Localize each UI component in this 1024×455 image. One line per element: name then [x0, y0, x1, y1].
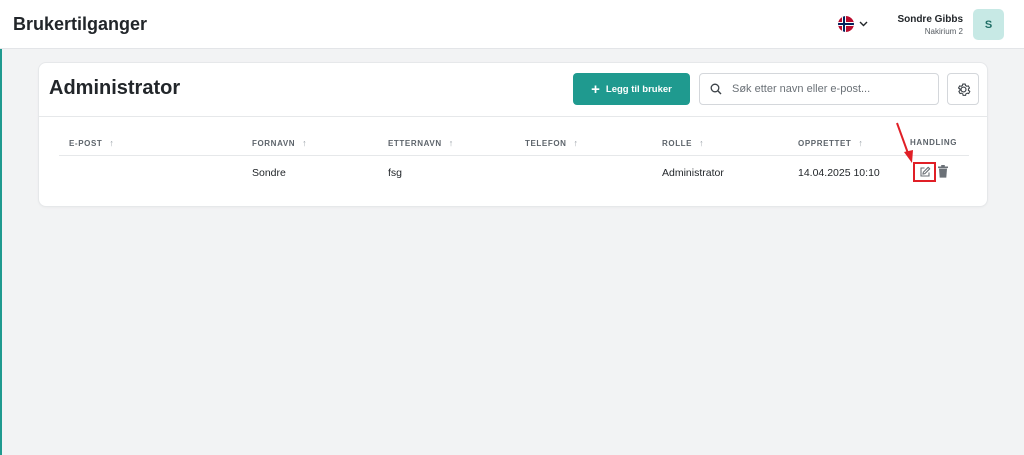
column-header-rolle[interactable]: ROLLE ↑	[662, 138, 704, 148]
gear-icon	[957, 83, 970, 96]
user-organization: Nakirium 2	[924, 27, 963, 36]
trash-icon[interactable]	[937, 165, 949, 178]
search-input[interactable]	[732, 83, 932, 95]
cell-etternavn: fsg	[388, 167, 403, 179]
sort-arrow-icon: ↑	[858, 138, 863, 148]
column-header-telefon[interactable]: TELEFON ↑	[525, 138, 578, 148]
plus-icon: +	[591, 80, 600, 98]
users-table: E-POST ↑ FORNAVN ↑ ETTERNAVN ↑ TELEFON ↑ ROL…	[59, 129, 969, 187]
table-header: E-POST ↑ FORNAVN ↑ ETTERNAVN ↑ TELEFON ↑ ROL…	[59, 129, 969, 156]
sort-arrow-icon: ↑	[109, 138, 114, 148]
search-field[interactable]	[699, 73, 939, 105]
cell-opprettet: 14.04.2025 10:10	[798, 167, 880, 179]
edit-button[interactable]	[913, 162, 936, 182]
sort-arrow-icon: ↑	[302, 138, 307, 148]
avatar[interactable]: S	[973, 9, 1004, 40]
search-icon	[710, 83, 722, 95]
card-title: Administrator	[49, 77, 181, 99]
add-user-button[interactable]: + Legg til bruker	[573, 73, 690, 105]
settings-button[interactable]	[947, 73, 979, 105]
users-card: Administrator + Legg til bruker E-POST↑ …	[38, 62, 988, 207]
norway-flag-icon	[838, 16, 854, 32]
page-title: Brukertilganger	[13, 14, 148, 34]
column-header-handling: HANDLING	[910, 138, 958, 147]
table-row: Sondre fsg Administrator 14.04.2025 10:1…	[59, 156, 969, 187]
column-header-fornavn[interactable]: FORNAVN ↑	[252, 138, 307, 148]
column-header-opprettet[interactable]: OPPRETTET ↑	[798, 138, 863, 148]
sort-arrow-icon: ↑	[573, 138, 579, 148]
left-accent-bar	[0, 48, 2, 455]
sort-arrow-icon: ↑	[448, 138, 454, 148]
column-header-epost[interactable]: E-POST ↑	[69, 138, 114, 148]
card-divider	[39, 116, 987, 117]
top-bar: Brukertilganger Sondre Gibbs Nakirium 2 …	[0, 0, 1024, 49]
add-user-button-label: Legg til bruker	[605, 83, 672, 95]
sort-arrow-icon: ↑	[699, 138, 704, 148]
column-header-etternavn[interactable]: ETTERNAVN ↑	[388, 138, 453, 148]
user-info[interactable]: Sondre Gibbs Nakirium 2	[897, 13, 963, 38]
cell-rolle: Administrator	[662, 167, 724, 179]
cell-fornavn: Sondre	[252, 167, 286, 179]
user-name: Sondre Gibbs	[897, 14, 963, 25]
language-selector[interactable]	[838, 15, 868, 33]
chevron-down-icon	[859, 21, 868, 27]
edit-icon	[919, 166, 930, 177]
